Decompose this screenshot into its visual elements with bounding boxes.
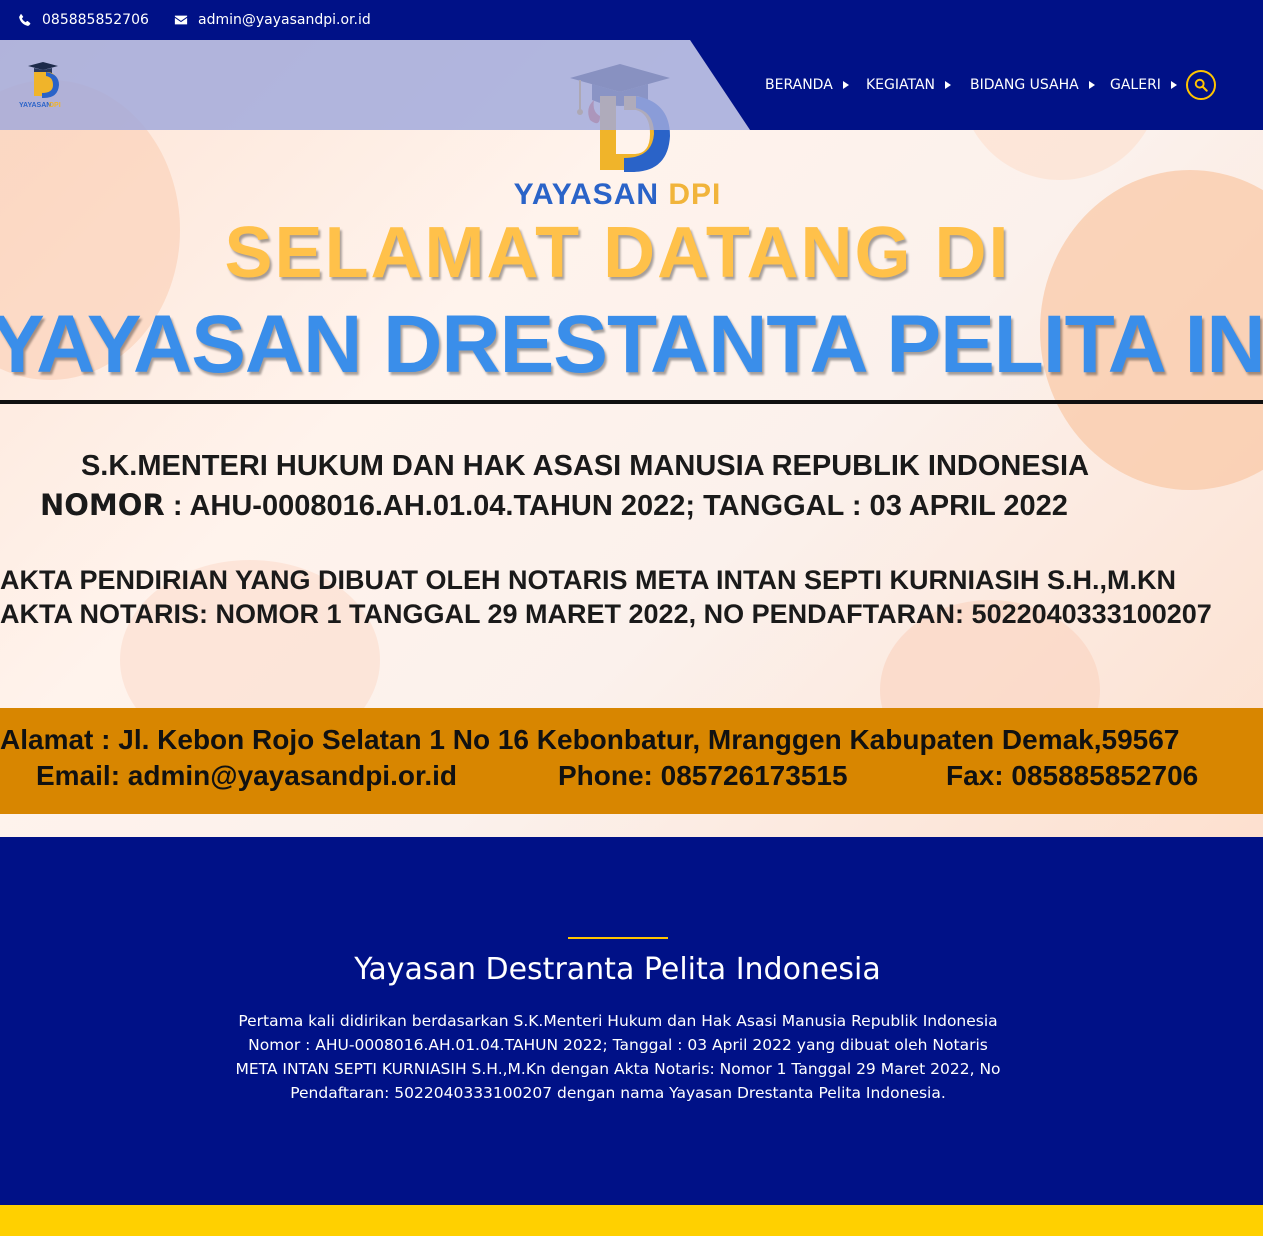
banner-fax: Fax: 085885852706: [946, 760, 1199, 791]
site-logo-text-b: DPI: [49, 102, 61, 109]
about-description: Pertama kali didirikan berdasarkan S.K.M…: [235, 1012, 1001, 1102]
decree-line-2: NOMOR : AHU-0008016.AH.01.04.TAHUN 2022;…: [40, 488, 1068, 523]
nav-item-label: BIDANG USAHA: [970, 77, 1079, 93]
caret-right-icon: [945, 81, 952, 89]
brand-word-yayasan: YAYASAN: [513, 178, 660, 211]
decree-nomor-label: NOMOR: [40, 488, 165, 522]
nav-item-galeri[interactable]: GALERI: [1110, 40, 1177, 130]
caret-right-icon: [842, 81, 849, 89]
site-logo-text-a: YAYASAN: [19, 102, 51, 109]
top-contact-bar: 085885852706 admin@yayasandpi.or.id: [0, 0, 1263, 40]
nav-item-kegiatan[interactable]: KEGIATAN: [866, 40, 952, 130]
site-logo[interactable]: YAYASAN DPI: [18, 60, 68, 110]
email-contact[interactable]: admin@yayasandpi.or.id: [174, 0, 371, 40]
deed-line-1: AKTA PENDIRIAN YANG DIBUAT OLEH NOTARIS …: [0, 565, 1177, 595]
about-section: Yayasan Destranta Pelita Indonesia Perta…: [0, 837, 1263, 1205]
organization-name-heading: YAYASAN DRESTANTA PELITA INDONESIA: [0, 299, 1263, 390]
site-header: YAYASAN DPI BERANDA KEGIATAN BIDANG USAH…: [0, 40, 1263, 130]
phone-number: 085885852706: [42, 12, 149, 28]
deed-line-2: AKTA NOTARIS: NOMOR 1 TANGGAL 29 MARET 2…: [0, 599, 1212, 629]
decree-nomor-text: : AHU-0008016.AH.01.04.TAHUN 2022; TANGG…: [164, 490, 1068, 522]
banner-email: Email: admin@yayasandpi.or.id: [36, 760, 457, 791]
nav-item-label: KEGIATAN: [866, 77, 936, 93]
welcome-heading: SELAMAT DATANG DI: [224, 213, 1011, 293]
nav-item-label: BERANDA: [765, 77, 833, 93]
header-left-panel: [0, 40, 750, 130]
search-button[interactable]: [1186, 70, 1216, 100]
caret-right-icon: [1170, 81, 1177, 89]
address-text: Alamat : Jl. Kebon Rojo Selatan 1 No 16 …: [0, 724, 1180, 755]
hero-brand-text: YAYASAN DPI: [0, 178, 1235, 212]
nav-item-beranda[interactable]: BERANDA: [765, 40, 849, 130]
search-icon: [1194, 78, 1208, 92]
phone-contact[interactable]: 085885852706: [18, 0, 149, 40]
divider-line: [0, 400, 1263, 404]
caret-right-icon: [1088, 81, 1095, 89]
about-title: Yayasan Destranta Pelita Indonesia: [354, 952, 881, 987]
phone-icon: [19, 13, 31, 26]
brand-word-dpi: DPI: [668, 178, 722, 211]
section-accent-line: [568, 937, 668, 939]
footer-strip: [0, 1205, 1263, 1236]
decree-line-1: S.K.MENTERI HUKUM DAN HAK ASASI MANUSIA …: [80, 450, 1090, 482]
envelope-icon: [174, 15, 188, 25]
banner-phone: Phone: 085726173515: [558, 760, 848, 791]
hero-banner: YAYASAN DPI SELAMAT DATANG DI YAYASAN DR…: [0, 40, 1263, 837]
nav-item-label: GALERI: [1110, 77, 1161, 93]
email-address: admin@yayasandpi.or.id: [198, 12, 371, 28]
nav-item-bidang-usaha[interactable]: BIDANG USAHA: [970, 40, 1095, 130]
